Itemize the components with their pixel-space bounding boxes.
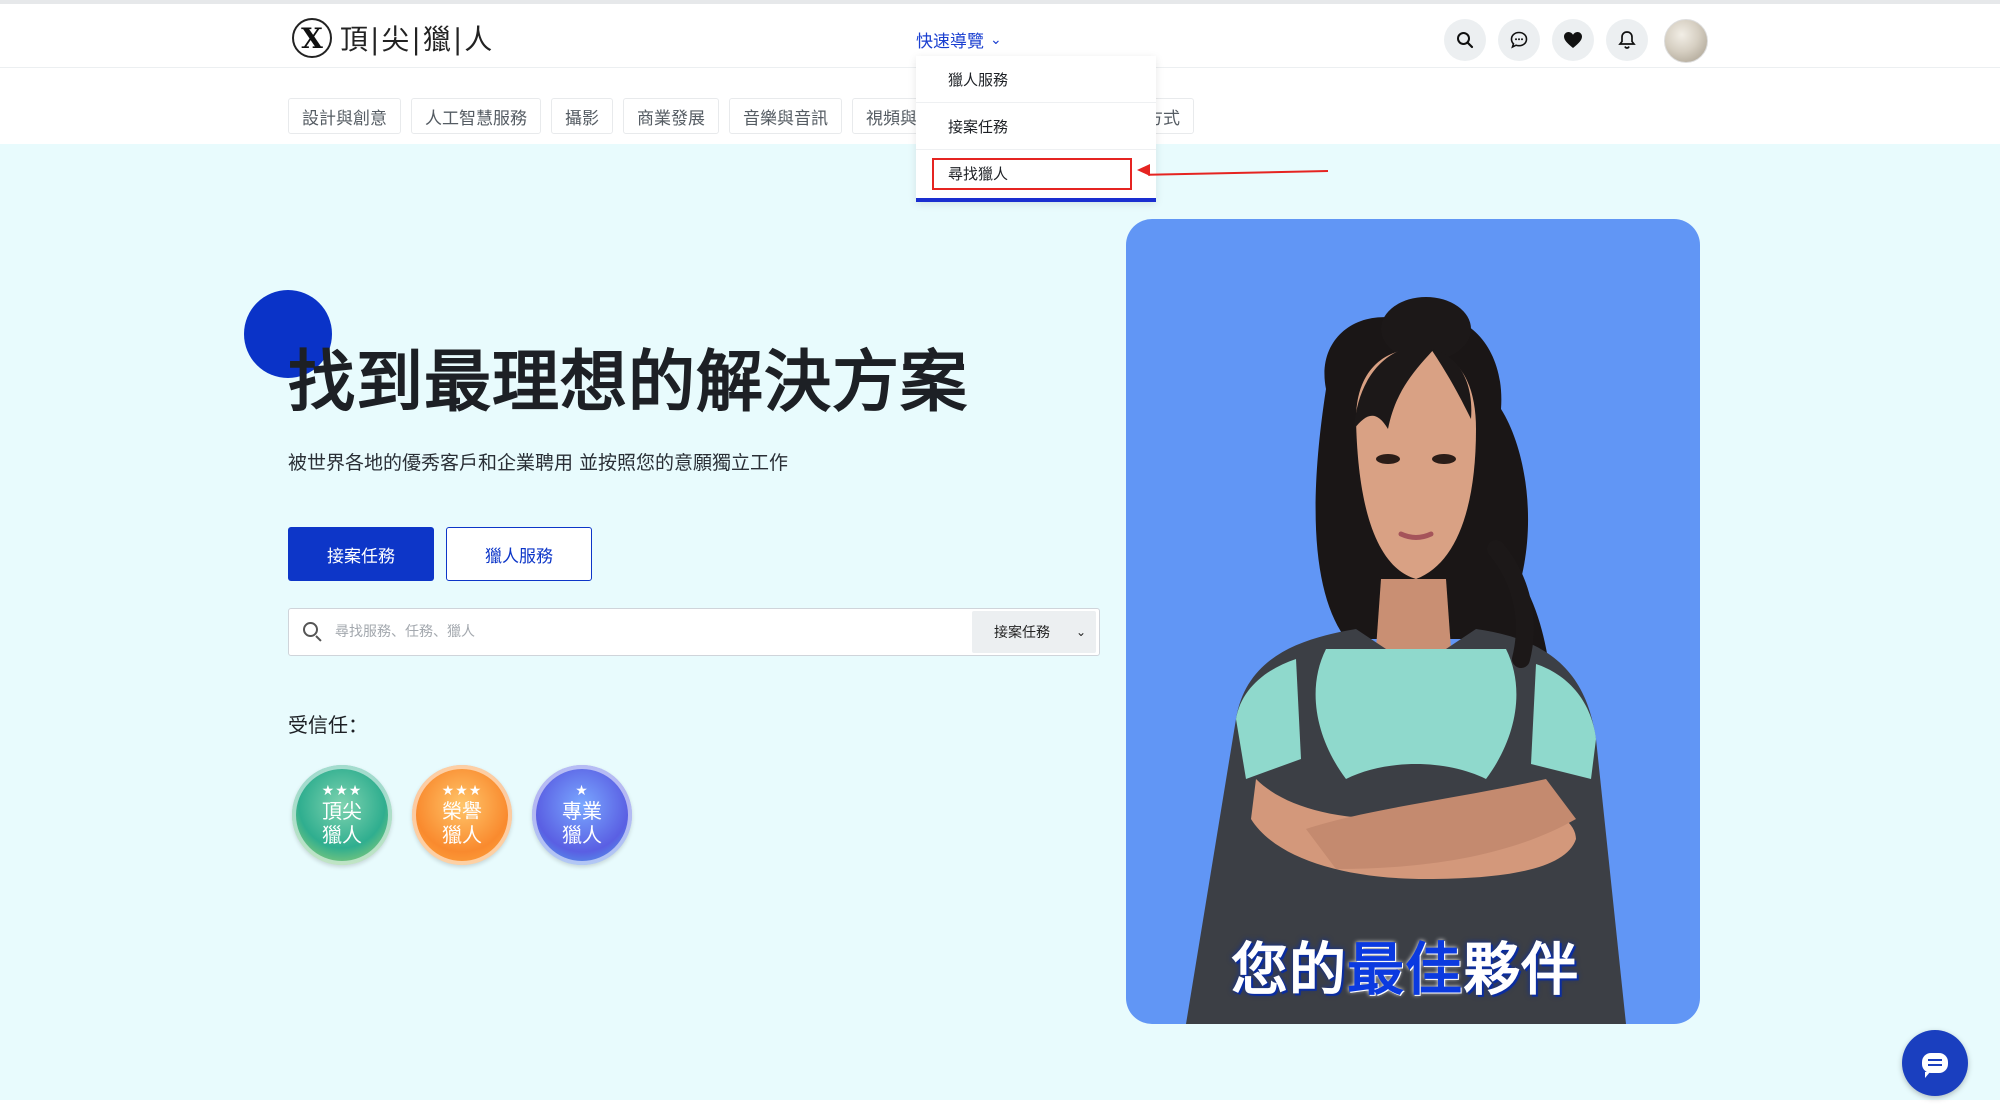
messages-button[interactable] [1498,19,1540,61]
caption-part3: 夥伴 [1463,937,1579,1003]
search-button[interactable] [1444,19,1486,61]
star-icon: ★ [575,783,589,799]
favorites-button[interactable] [1552,19,1594,61]
badge-top-hunter: ★★★ 頂尖 獵人 [292,765,392,865]
site-logo[interactable]: X 頂|尖|獵|人 [292,18,494,58]
annotation-highlight-box [932,158,1132,190]
image-caption: 您的最佳夥伴 [1231,924,1579,1006]
badge-honor-hunter: ★★★ 榮譽 獵人 [412,765,512,865]
hunter-services-button[interactable]: 獵人服務 [446,527,592,581]
dropdown-item-tasks[interactable]: 接案任務 [916,103,1156,150]
chat-support-button[interactable] [1902,1030,1968,1096]
logo-text: 頂|尖|獵|人 [340,23,495,56]
stars-icon: ★★★ [441,783,483,799]
stars-icon: ★★★ [321,783,363,799]
badge-line1: 頂尖 [322,799,362,823]
person-illustration [1186,297,1626,1024]
annotation-arrow-icon [1137,164,1150,176]
badge-line2: 獵人 [442,823,482,847]
notifications-button[interactable] [1606,19,1648,61]
trusted-label: 受信任： [288,713,368,737]
search-icon [1457,32,1474,49]
badge-line2: 獵人 [562,823,602,847]
category-design[interactable]: 設計與創意 [288,98,401,134]
chevron-down-icon: ⌄ [990,31,1002,48]
search-input[interactable] [335,609,972,655]
category-music[interactable]: 音樂與音訊 [729,98,842,134]
header-actions [1444,19,1708,63]
user-avatar[interactable] [1664,19,1708,63]
caption-part2: 最佳 [1347,937,1463,1003]
quick-nav-label: 快速導覽 [916,32,984,52]
badge-line1: 專業 [562,799,602,823]
hero-image-card: 您的最佳夥伴 [1126,219,1700,1024]
tasks-button[interactable]: 接案任務 [288,527,434,581]
hero-search-bar: 接案任務 ⌄ [288,608,1100,656]
dropdown-item-hunter-services[interactable]: 獵人服務 [916,56,1156,103]
chat-bubble-icon [1922,1053,1948,1078]
badge-pro-hunter: ★ 專業 獵人 [532,765,632,865]
category-photography[interactable]: 攝影 [551,98,613,134]
quick-nav-toggle[interactable]: 快速導覽 ⌄ [916,27,1002,53]
trust-badges: ★★★ 頂尖 獵人 ★★★ 榮譽 獵人 ★ 專業 獵人 [292,765,632,865]
chat-icon [1510,31,1528,49]
chevron-down-icon: ⌄ [1075,625,1086,639]
category-ai[interactable]: 人工智慧服務 [411,98,541,134]
hero-subline: 被世界各地的優秀客戶和企業聘用 並按照您的意願獨立工作 [288,452,789,474]
logo-mark-icon: X [292,18,332,58]
caption-part1: 您的 [1231,937,1347,1003]
badge-line1: 榮譽 [442,799,482,823]
category-business[interactable]: 商業發展 [623,98,719,134]
badge-line2: 獵人 [322,823,362,847]
search-icon [303,622,323,642]
hero-headline: 找到最理想的解決方案 [288,343,968,421]
heart-icon [1564,32,1582,48]
search-type-value: 接案任務 [994,625,1050,641]
bell-icon [1618,31,1636,49]
search-type-select[interactable]: 接案任務 ⌄ [972,611,1096,653]
